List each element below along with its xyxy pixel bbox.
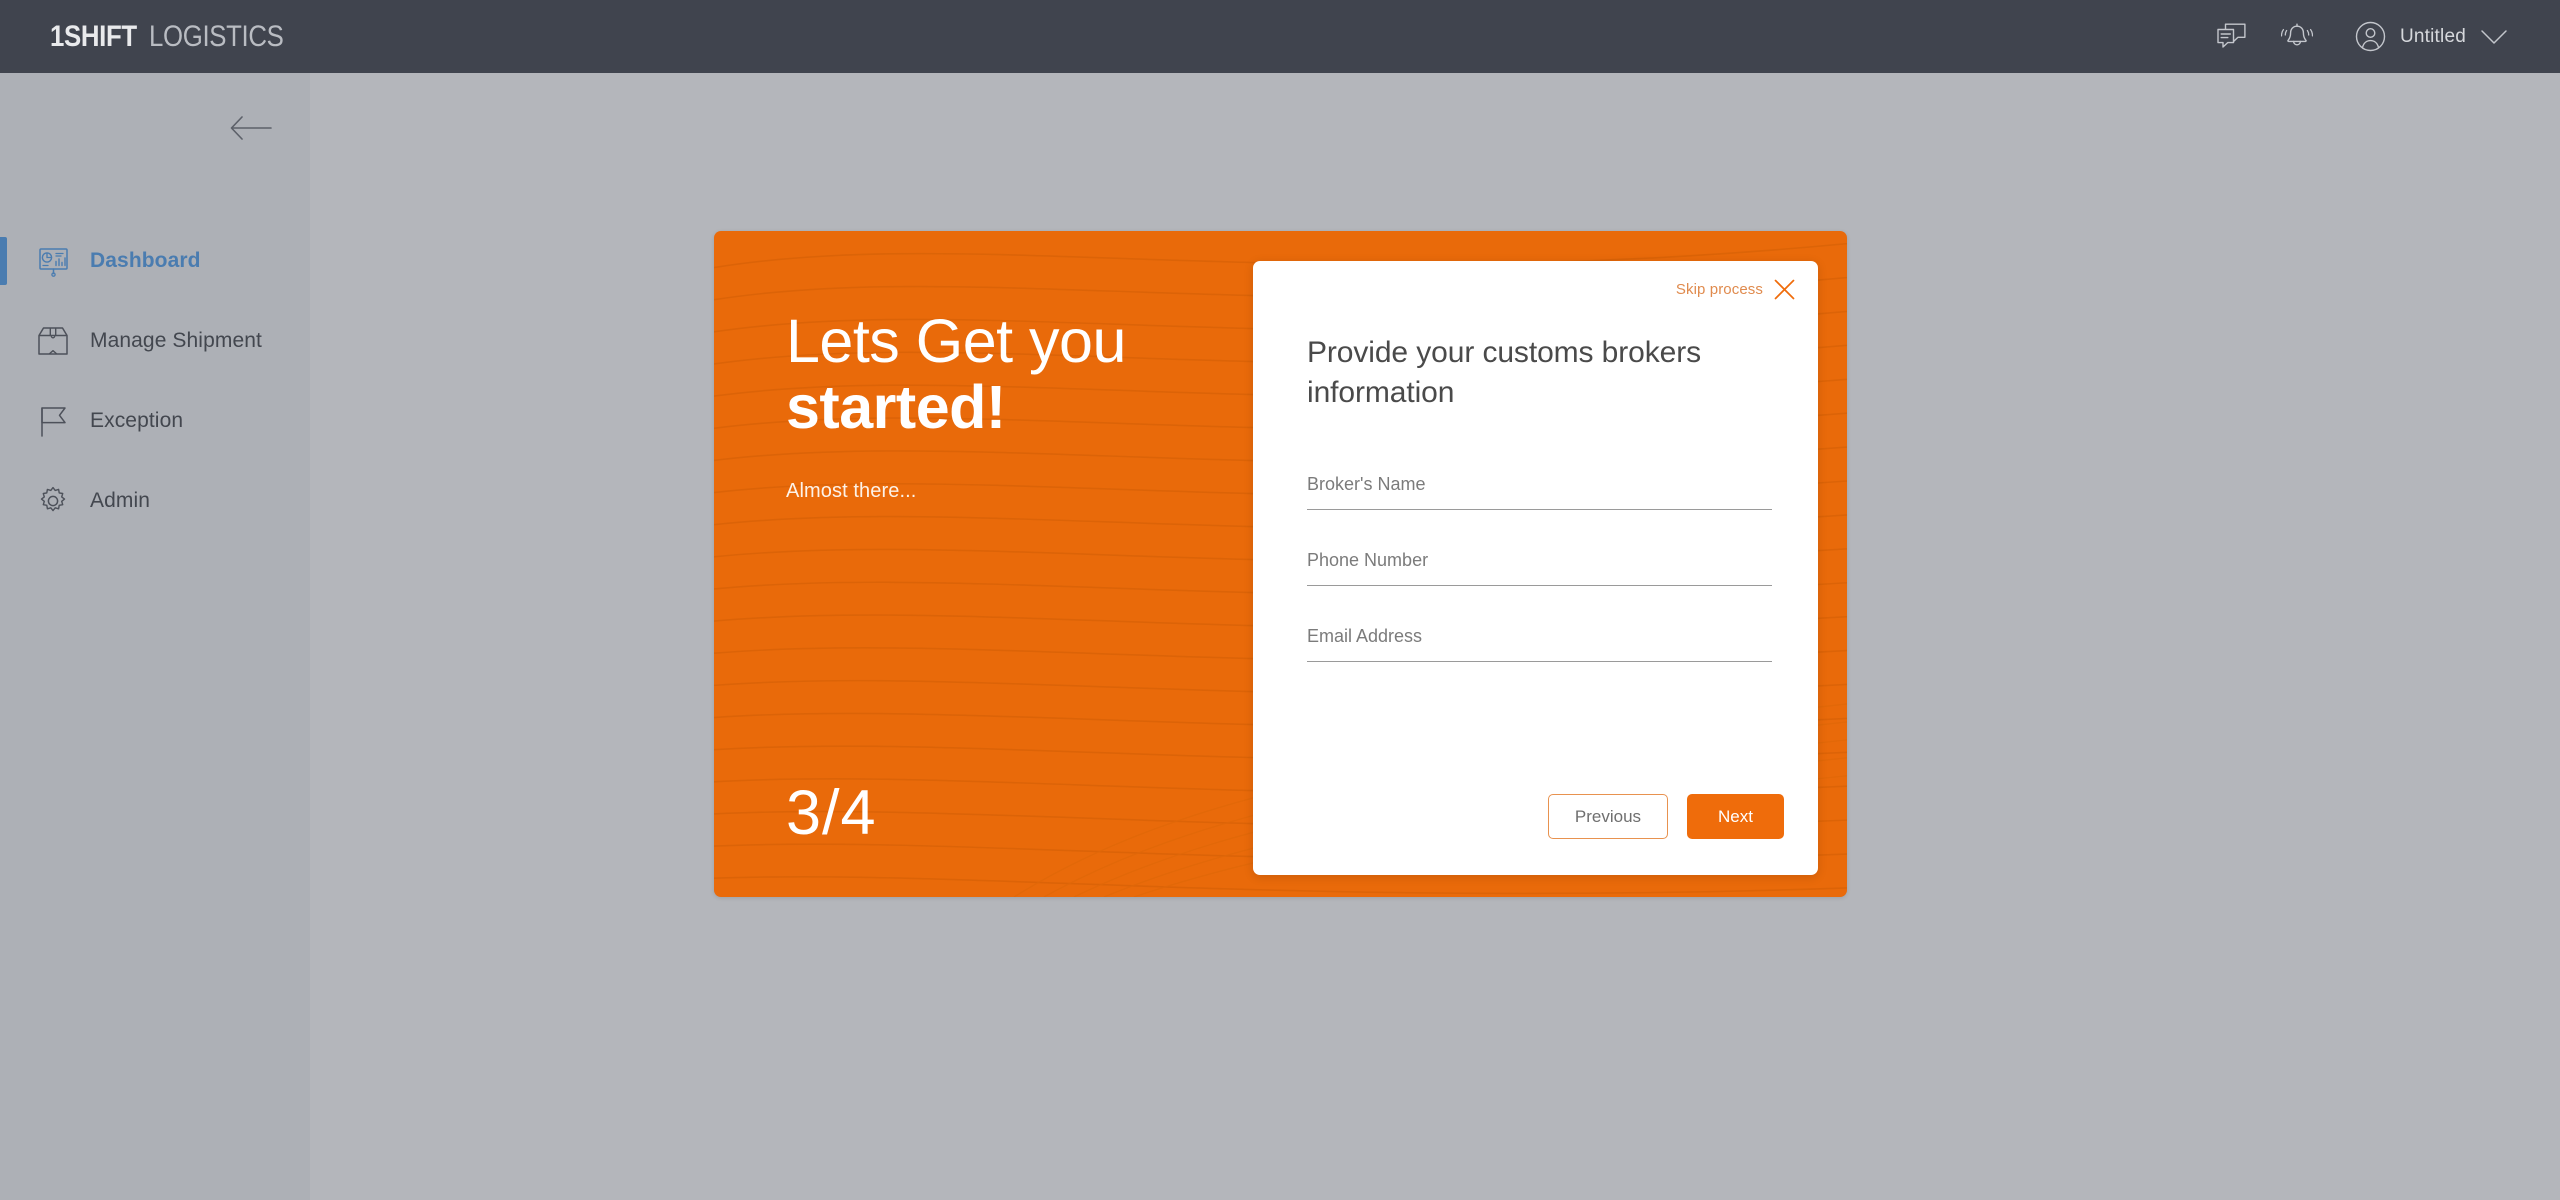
sidebar-nav: Dashboard Manage Shipment Exception Admi… [0,221,310,541]
field-brokers-name [1307,465,1772,510]
sidebar-item-label: Dashboard [90,249,201,272]
app-logo[interactable]: 1SHIFT LOGISTICS [50,19,305,53]
sidebar-item-exception[interactable]: Exception [0,381,310,461]
sidebar-collapse-button[interactable] [224,113,278,147]
top-bar-actions: Untitled [2216,21,2508,52]
sidebar-item-label: Admin [90,489,151,512]
email-address-input[interactable] [1307,617,1772,662]
sidebar: Dashboard Manage Shipment Exception Admi… [0,73,310,1200]
close-x-icon[interactable] [1773,278,1796,301]
field-phone-number [1307,541,1772,586]
gear-icon [30,485,76,517]
phone-number-input[interactable] [1307,541,1772,586]
broker-info-form [1307,465,1772,693]
logo-primary-text: 1SHIFT [50,19,137,53]
field-email-address [1307,617,1772,662]
arrow-left-icon [229,115,273,146]
chevron-down-icon[interactable] [2480,28,2508,46]
sidebar-item-label: Exception [90,409,184,432]
active-indicator [0,477,7,525]
sidebar-item-manage-shipment[interactable]: Manage Shipment [0,301,310,381]
sidebar-item-label: Manage Shipment [90,329,262,352]
modal-actions: Previous Next [1547,794,1784,839]
bell-icon[interactable] [2280,22,2313,52]
dashboard-presentation-icon [30,245,76,278]
chat-bubbles-icon[interactable] [2216,23,2247,50]
user-avatar-icon [2355,21,2386,52]
flag-icon [30,405,76,437]
modal-title: Provide your customs brokers information [1307,336,1702,409]
user-menu[interactable]: Untitled [2355,21,2508,52]
user-name-label: Untitled [2399,25,2466,47]
active-indicator [0,317,7,365]
skip-process-link[interactable]: Skip process [1676,281,1763,298]
active-indicator [0,397,7,445]
active-indicator [0,237,7,285]
broker-info-modal: Skip process Provide your customs broker… [1253,261,1818,875]
sidebar-item-dashboard[interactable]: Dashboard [0,221,310,301]
modal-top-actions: Skip process [1676,278,1796,301]
step-counter: 3/4 [786,778,877,848]
top-bar: 1SHIFT LOGISTICS Untitled [0,0,2560,73]
sidebar-item-admin[interactable]: Admin [0,461,310,541]
package-box-icon [30,325,76,357]
next-button[interactable]: Next [1687,794,1784,839]
brokers-name-input[interactable] [1307,465,1772,510]
logo-secondary-text: LOGISTICS [148,19,284,53]
previous-button[interactable]: Previous [1547,794,1669,839]
